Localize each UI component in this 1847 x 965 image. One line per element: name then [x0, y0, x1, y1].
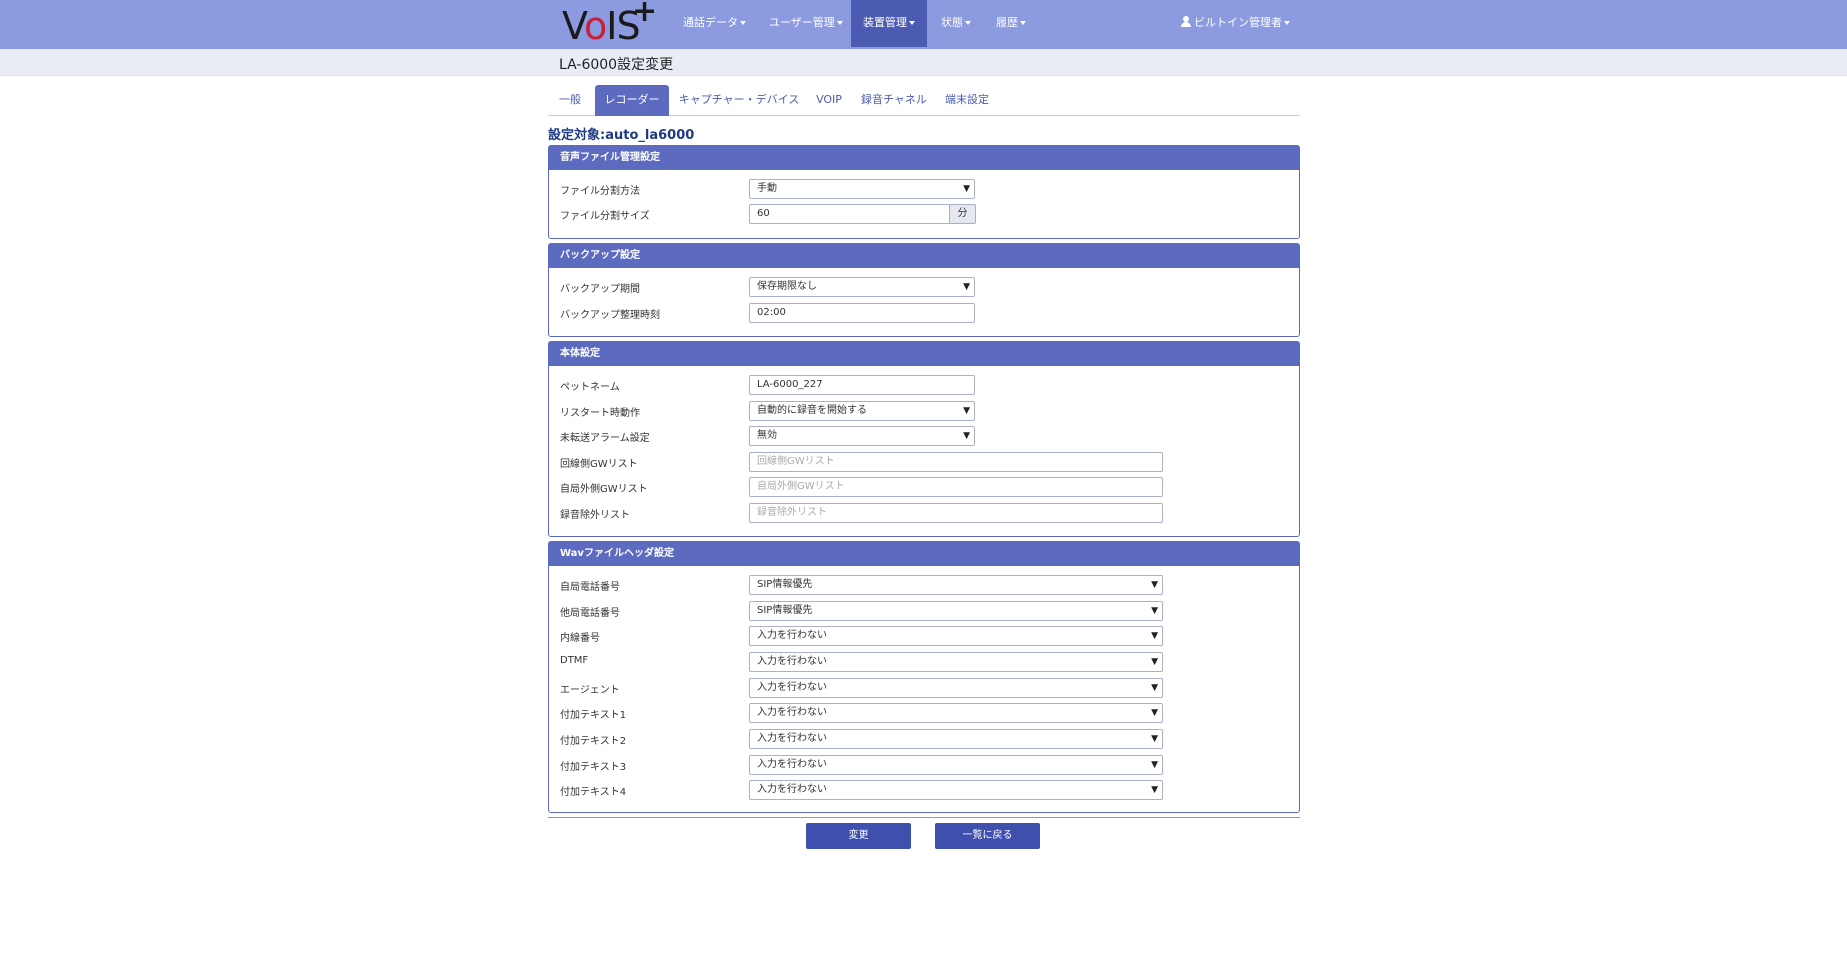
wav-row-select[interactable]: 入力を行わない	[749, 780, 1163, 800]
tab-terminal-settings[interactable]: 端末設定	[938, 85, 996, 116]
split-size-input[interactable]: 60	[749, 204, 950, 224]
vois-logo[interactable]: VoIS +	[562, 0, 662, 48]
target-label: 設定対象:auto_la6000	[548, 128, 695, 143]
exclude-row: 録音除外リスト 録音除外リスト	[560, 503, 1290, 523]
panel-title: バックアップ設定	[549, 244, 1299, 268]
wav-row-label: 内線番号	[560, 633, 600, 644]
wav-row-label: 付加テキスト3	[560, 762, 627, 773]
backup-time-row: バックアップ整理時刻 02:00	[560, 303, 1290, 323]
wav-row-select[interactable]: 入力を行わない	[749, 678, 1163, 698]
split-method-label: ファイル分割方法	[560, 186, 640, 197]
nav-status[interactable]: 状態	[929, 0, 983, 47]
backup-panel: バックアップ設定 バックアップ期間 保存期限なし バックアップ整理時刻 02:0…	[548, 243, 1300, 337]
alarm-select[interactable]: 無効	[749, 426, 975, 446]
wav-row-select[interactable]: 入力を行わない	[749, 755, 1163, 775]
alarm-row: 未転送アラーム設定 無効	[560, 426, 1290, 446]
tab-general[interactable]: 一般	[548, 85, 592, 116]
caret-down-icon	[1284, 21, 1290, 25]
wav-row: 付加テキスト3 入力を行わない	[560, 755, 1290, 775]
restart-row: リスタート時動作 自動的に録音を開始する	[560, 401, 1290, 421]
tab-recorder[interactable]: レコーダー	[595, 85, 669, 116]
split-size-unit: 分	[949, 204, 976, 224]
backup-period-select[interactable]: 保存期限なし	[749, 277, 975, 297]
back-to-list-button[interactable]: 一覧に戻る	[935, 823, 1040, 849]
nav-device-management[interactable]: 装置管理	[851, 0, 927, 47]
line-gw-input[interactable]: 回線側GWリスト	[749, 452, 1163, 472]
wav-row-label: エージェント	[560, 685, 620, 696]
ext-gw-input[interactable]: 自局外側GWリスト	[749, 477, 1163, 497]
nav-call-data[interactable]: 通話データ	[671, 0, 758, 47]
wav-row-label: 付加テキスト1	[560, 710, 627, 721]
split-method-select[interactable]: 手動	[749, 179, 975, 199]
wav-row: 自局電話番号 SIP情報優先	[560, 575, 1290, 595]
wav-row-label: 自局電話番号	[560, 582, 620, 593]
exclude-input[interactable]: 録音除外リスト	[749, 503, 1163, 523]
caret-down-icon	[965, 21, 971, 25]
wav-row-select[interactable]: 入力を行わない	[749, 652, 1163, 672]
restart-label: リスタート時動作	[560, 408, 640, 419]
wav-row: 他局電話番号 SIP情報優先	[560, 601, 1290, 621]
wav-row-select[interactable]: 入力を行わない	[749, 729, 1163, 749]
backup-period-row: バックアップ期間 保存期限なし	[560, 277, 1290, 297]
backup-period-label: バックアップ期間	[560, 284, 640, 295]
tab-voip[interactable]: VOIP	[808, 85, 850, 116]
user-icon	[1181, 16, 1191, 27]
wav-row: エージェント 入力を行わない	[560, 678, 1290, 698]
wav-row-label: 付加テキスト4	[560, 787, 627, 798]
main-unit-panel: 本体設定 ペットネーム LA-6000_227 リスタート時動作 自動的に録音を…	[548, 341, 1300, 537]
wav-header-panel: Wavファイルヘッダ設定 自局電話番号 SIP情報優先 他局電話番号 SIP情報…	[548, 541, 1300, 813]
wav-row: 内線番号 入力を行わない	[560, 626, 1290, 646]
exclude-label: 録音除外リスト	[560, 510, 630, 521]
split-size-label: ファイル分割サイズ	[560, 211, 650, 222]
audio-file-panel: 音声ファイル管理設定 ファイル分割方法 手動 ファイル分割サイズ 60 分	[548, 145, 1300, 239]
top-navbar: VoIS + 通話データ ユーザー管理 装置管理 状態 履歴 ビルトイン管理者	[0, 0, 1847, 49]
caret-down-icon	[836, 21, 843, 25]
petname-row: ペットネーム LA-6000_227	[560, 375, 1290, 395]
split-size-row: ファイル分割サイズ 60 分	[560, 204, 1290, 224]
nav-user-management[interactable]: ユーザー管理	[757, 0, 855, 47]
wav-row-select[interactable]: 入力を行わない	[749, 703, 1163, 723]
wav-row-label: DTMF	[560, 655, 589, 666]
split-method-row: ファイル分割方法 手動	[560, 179, 1290, 199]
petname-input[interactable]: LA-6000_227	[749, 375, 975, 395]
settings-tabs: 一般 レコーダー キャプチャー・デバイス VOIP 録音チャネル 端末設定	[548, 85, 1300, 116]
panel-title: 本体設定	[549, 342, 1299, 366]
nav-history[interactable]: 履歴	[984, 0, 1038, 47]
caret-down-icon	[740, 21, 746, 25]
ext-gw-label: 自局外側GWリスト	[560, 484, 648, 495]
nav-user-menu[interactable]: ビルトイン管理者	[1169, 0, 1302, 47]
caret-down-icon	[1020, 21, 1026, 25]
alarm-label: 未転送アラーム設定	[560, 433, 650, 444]
panel-title: 音声ファイル管理設定	[549, 146, 1299, 170]
logo-plus: +	[632, 0, 658, 29]
wav-row: 付加テキスト1 入力を行わない	[560, 703, 1290, 723]
wav-row: 付加テキスト4 入力を行わない	[560, 780, 1290, 800]
line-gw-row: 回線側GWリスト 回線側GWリスト	[560, 452, 1290, 472]
wav-row-select[interactable]: SIP情報優先	[749, 601, 1163, 621]
wav-row-label: 付加テキスト2	[560, 736, 627, 747]
wav-row-select[interactable]: SIP情報優先	[749, 575, 1163, 595]
backup-time-label: バックアップ整理時刻	[560, 310, 660, 321]
tab-capture-device[interactable]: キャプチャー・デバイス	[678, 85, 800, 116]
petname-label: ペットネーム	[560, 382, 620, 393]
wav-row-label: 他局電話番号	[560, 608, 620, 619]
page-title: LA-6000設定変更	[559, 57, 674, 73]
page-header: LA-6000設定変更	[0, 49, 1847, 76]
line-gw-label: 回線側GWリスト	[560, 459, 638, 470]
tab-recording-channel[interactable]: 録音チャネル	[859, 85, 929, 116]
change-button[interactable]: 変更	[806, 823, 911, 849]
backup-time-input[interactable]: 02:00	[749, 303, 975, 323]
wav-row-select[interactable]: 入力を行わない	[749, 626, 1163, 646]
divider	[548, 817, 1300, 818]
restart-action-select[interactable]: 自動的に録音を開始する	[749, 401, 975, 421]
panel-title: Wavファイルヘッダ設定	[549, 542, 1299, 566]
wav-row: DTMF 入力を行わない	[560, 652, 1290, 672]
ext-gw-row: 自局外側GWリスト 自局外側GWリスト	[560, 477, 1290, 497]
logo-text: VoIS	[562, 4, 641, 48]
caret-down-icon	[909, 21, 915, 25]
wav-row: 付加テキスト2 入力を行わない	[560, 729, 1290, 749]
